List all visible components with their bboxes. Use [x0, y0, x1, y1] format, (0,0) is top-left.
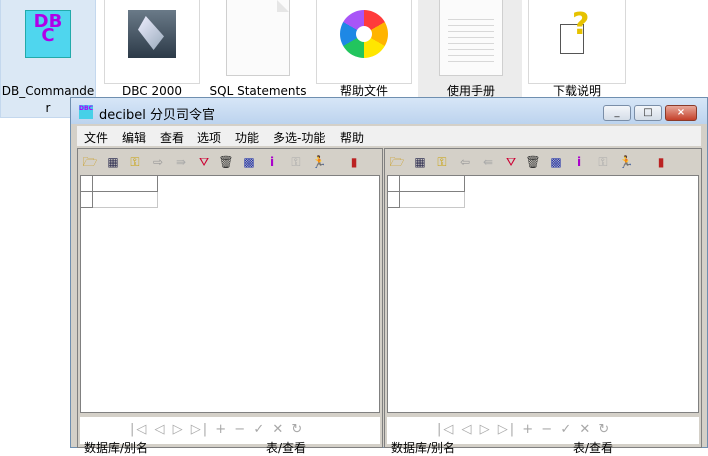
table-icon[interactable]: ▦: [412, 154, 428, 170]
arrow-left-icon[interactable]: ⇦: [457, 154, 473, 170]
info-icon[interactable]: i: [571, 154, 587, 170]
menu-bar: 文件 编辑 查看 选项 功能 多选-功能 帮助: [77, 126, 701, 146]
help-document-icon: ?: [560, 10, 594, 54]
left-pane: 🗁 ▦ ⚿ ⇨ ⇛ ⛛ 🗑 ▩ i ⚿ 🏃 ▮ |◁ ◁ ▷ ▷| + − ✓ …: [77, 148, 383, 455]
right-toolbar: 🗁 ▦ ⚿ ⇦ ⇚ ⛛ 🗑 ▩ i ⚿ 🏃 ▮: [387, 151, 699, 173]
menu-help[interactable]: 帮助: [340, 129, 364, 146]
explorer-item-label: DB_Commande: [1, 84, 95, 98]
funnel-icon[interactable]: ⛛: [196, 154, 212, 170]
menu-options[interactable]: 选项: [197, 129, 221, 146]
explorer-item-user-manual[interactable]: 使用手册: [420, 0, 522, 100]
explorer-item-label: 下载说明: [552, 84, 601, 98]
explorer-item-label: 帮助文件: [339, 84, 388, 98]
explorer-item-sql-statements[interactable]: SQL Statements: [208, 0, 308, 100]
menu-edit[interactable]: 编辑: [122, 129, 146, 146]
open-folder-icon[interactable]: 🗁: [82, 154, 98, 170]
explorer-item-download-notes[interactable]: ? 下载说明: [528, 0, 626, 100]
menu-multi-functions[interactable]: 多选-功能: [273, 129, 325, 146]
window-title: decibel 分贝司令官: [99, 108, 216, 123]
minimize-button[interactable]: _: [603, 105, 631, 121]
menu-view[interactable]: 查看: [160, 129, 184, 146]
right-status-bar: 数据库/别名 表/查看: [387, 439, 699, 455]
explorer-item-help-file[interactable]: 帮助文件: [316, 0, 412, 100]
trash-icon[interactable]: 🗑: [218, 154, 234, 170]
menu-functions[interactable]: 功能: [235, 129, 259, 146]
key-icon[interactable]: ⚿: [127, 154, 143, 170]
title-bar[interactable]: DBC decibel 分贝司令官 _ □ ×: [71, 98, 707, 124]
left-status-bar: 数据库/别名 表/查看: [80, 439, 380, 455]
runner-icon[interactable]: 🏃: [618, 154, 634, 170]
explorer-item-label: SQL Statements: [209, 84, 307, 98]
key-gray-icon[interactable]: ⚿: [288, 154, 304, 170]
exit-icon[interactable]: ▮: [346, 154, 362, 170]
key-gray-icon[interactable]: ⚿: [595, 154, 611, 170]
exit-icon[interactable]: ▮: [653, 154, 669, 170]
key-icon[interactable]: ⚿: [434, 154, 450, 170]
navigator-buttons: |◁ ◁ ▷ ▷| + − ✓ ✕ ↻: [437, 422, 612, 437]
info-icon[interactable]: i: [264, 154, 280, 170]
right-pane: 🗁 ▦ ⚿ ⇦ ⇚ ⛛ 🗑 ▩ i ⚿ 🏃 ▮ |◁ ◁ ▷ ▷| + − ✓ …: [384, 148, 702, 455]
dbc2000-image-icon: [128, 10, 176, 58]
explorer-item-label: DBC 2000: [122, 84, 182, 98]
funnel-icon[interactable]: ⛛: [503, 154, 519, 170]
left-toolbar: 🗁 ▦ ⚿ ⇨ ⇛ ⛛ 🗑 ▩ i ⚿ 🏃 ▮: [80, 151, 380, 173]
runner-icon[interactable]: 🏃: [311, 154, 327, 170]
grid-icon[interactable]: ▩: [548, 154, 564, 170]
trash-icon[interactable]: 🗑: [525, 154, 541, 170]
close-button[interactable]: ×: [665, 105, 697, 121]
grid-icon[interactable]: ▩: [241, 154, 257, 170]
help-pinwheel-icon: [340, 10, 388, 58]
menu-file[interactable]: 文件: [84, 129, 108, 146]
transfer-icon[interactable]: ⇚: [480, 154, 496, 170]
dbc-app-icon: DB C: [25, 10, 71, 58]
right-data-grid[interactable]: [387, 175, 699, 413]
explorer-item-dbc-2000[interactable]: DBC 2000: [104, 0, 200, 100]
open-folder-icon[interactable]: 🗁: [389, 154, 405, 170]
maximize-button[interactable]: □: [634, 105, 662, 121]
text-file-icon: [439, 0, 503, 76]
text-file-icon: [226, 0, 290, 76]
explorer-item-label: 使用手册: [446, 84, 495, 98]
transfer-icon[interactable]: ⇛: [173, 154, 189, 170]
table-icon[interactable]: ▦: [105, 154, 121, 170]
app-window: DBC decibel 分贝司令官 _ □ × 文件 编辑 查看 选项 功能 多…: [70, 97, 708, 455]
app-icon: DBC: [79, 105, 93, 119]
arrow-right-icon[interactable]: ⇨: [150, 154, 166, 170]
left-data-grid[interactable]: [80, 175, 380, 413]
navigator-buttons: |◁ ◁ ▷ ▷| + − ✓ ✕ ↻: [130, 422, 305, 437]
